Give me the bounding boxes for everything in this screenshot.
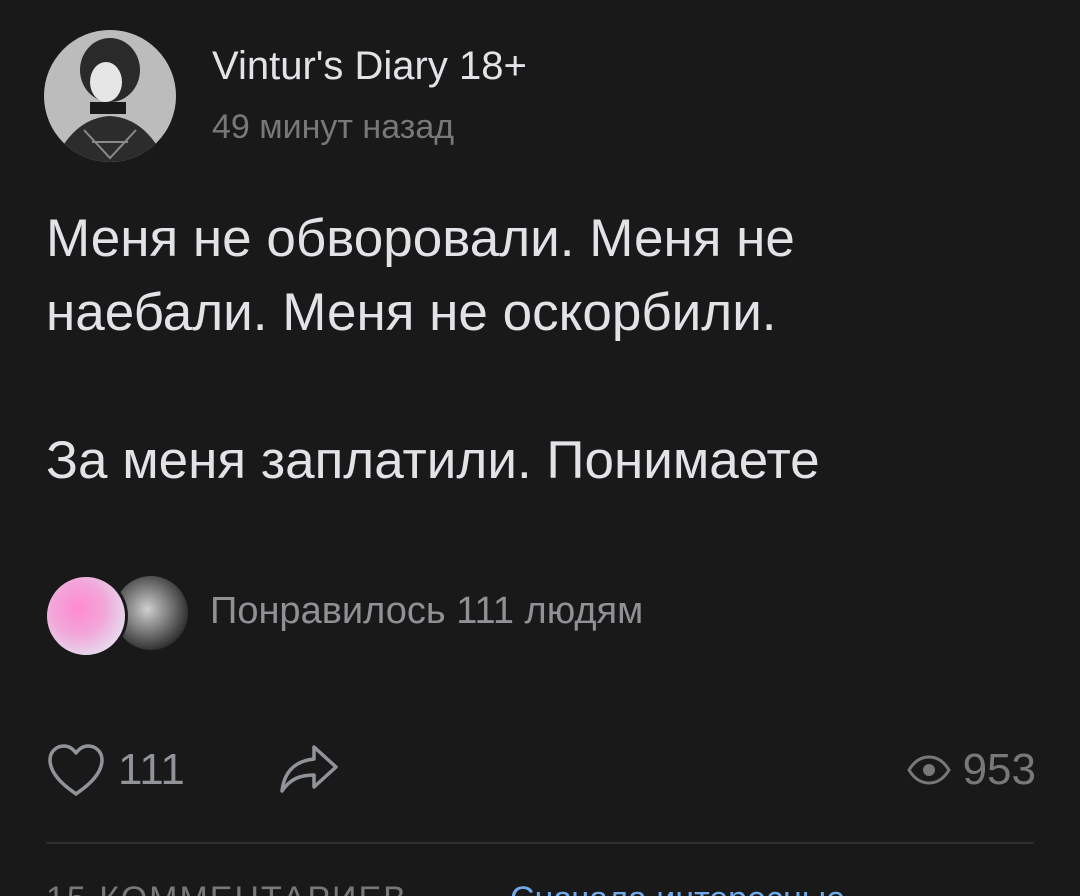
share-arrow-icon [280,745,338,793]
post-card: Vintur's Diary 18+ 49 минут назад Меня н… [0,0,1080,896]
views-counter: 953 [906,735,1036,805]
post-text-line: За меня заплатили. Понимаете [46,431,820,490]
liker-avatar [44,574,128,658]
like-button[interactable]: 111 [46,735,185,805]
eye-icon [906,755,951,785]
comments-sort-dropdown[interactable]: Сначала интересные [510,880,845,896]
author-avatar[interactable] [44,30,176,162]
comments-header: 15 КОММЕНТАРИЕВ Сначала интересные [0,876,1080,896]
post-text: Меня не обворовали. Меня не наебали. Мен… [46,202,1046,498]
post-text-line: наебали. Меня не оскорбили. [46,283,777,342]
likes-summary[interactable]: Понравилось 111 людям [210,590,643,633]
comments-count-label: 15 КОММЕНТАРИЕВ [46,880,408,896]
author-avatar-image [44,30,176,162]
share-button[interactable] [278,739,340,802]
likers-avatars[interactable] [44,574,204,658]
post-actions: 111 953 [0,735,1080,805]
divider [46,842,1034,844]
post-timestamp: 49 минут назад [212,108,455,146]
author-name[interactable]: Vintur's Diary 18+ [212,44,527,89]
views-count: 953 [962,745,1036,794]
heart-outline-icon [48,744,104,796]
like-count: 111 [118,745,185,794]
post-text-line: Меня не обворовали. Меня не [46,209,795,268]
